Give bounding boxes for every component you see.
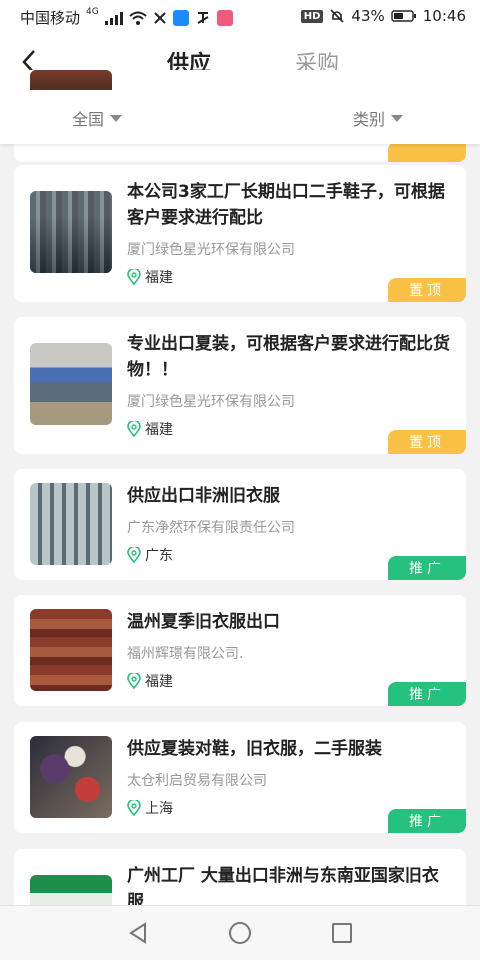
listing-tag: 置顶 xyxy=(388,278,466,302)
listing-location-label: 福建 xyxy=(145,270,173,286)
listing-tag: 推广 xyxy=(388,809,466,833)
listing-location-label: 福建 xyxy=(145,674,173,690)
signal-icon xyxy=(104,11,123,25)
alipay-icon xyxy=(195,10,211,26)
battery-icon xyxy=(391,9,417,23)
listing-location-label: 上海 xyxy=(145,801,173,817)
category-filter[interactable]: 类别 xyxy=(353,106,404,130)
listing-location: 上海 xyxy=(127,798,173,818)
listing-card[interactable]: 供应夏装对鞋，旧衣服，二手服装 太仓利启贸易有限公司 上海 推广 xyxy=(14,722,466,833)
region-filter-label: 全国 xyxy=(72,110,105,129)
listing-location-label: 广东 xyxy=(145,548,173,564)
listing-title: 专业出口夏装，可根据客户要求进行配比货物！！ xyxy=(127,334,450,380)
listing-title: 供应夏装对鞋，旧衣服，二手服装 xyxy=(127,739,382,759)
location-pin-icon xyxy=(127,800,141,816)
listing-tag: 置顶 xyxy=(388,430,466,454)
region-filter[interactable]: 全国 xyxy=(72,106,123,130)
listing-company: 太仓利启贸易有限公司 xyxy=(127,773,267,789)
caret-down-icon xyxy=(391,114,404,122)
notification-icon xyxy=(153,11,167,25)
listing-company: 福州辉璟有限公司. xyxy=(127,646,244,662)
listing-thumbnail xyxy=(30,609,112,691)
listing-tag: 推广 xyxy=(388,682,466,706)
listing-tag xyxy=(388,142,466,162)
location-pin-icon xyxy=(127,421,141,437)
location-pin-icon xyxy=(127,673,141,689)
listing-thumbnail xyxy=(30,736,112,818)
triangle-back-icon xyxy=(129,922,146,944)
listing-location: 福建 xyxy=(127,419,173,439)
listing-tag: 推广 xyxy=(388,556,466,580)
nav-recents-button[interactable] xyxy=(329,920,355,946)
circle-home-icon xyxy=(229,922,251,944)
listing-thumbnail xyxy=(30,191,112,273)
app-badge-pink-icon xyxy=(216,9,233,26)
mute-bell-icon xyxy=(329,8,345,24)
location-pin-icon xyxy=(127,269,141,285)
listing-title: 供应出口非洲旧衣服 xyxy=(127,486,280,506)
listing-card[interactable]: 专业出口夏装，可根据客户要求进行配比货物！！ 厦门绿色星光环保有限公司 福建 置… xyxy=(14,317,466,454)
category-filter-label: 类别 xyxy=(353,110,386,129)
nav-home-button[interactable] xyxy=(227,920,253,946)
listing-location-label: 福建 xyxy=(145,422,173,438)
square-recents-icon xyxy=(332,923,352,943)
listing-thumbnail xyxy=(30,483,112,565)
status-bar: 中国移动 4G HD 43% 10:46 xyxy=(0,0,480,34)
network-label: 4G xyxy=(86,6,99,17)
listing-company: 广东净然环保有限责任公司 xyxy=(127,520,295,536)
location-pin-icon xyxy=(127,547,141,563)
listing-thumbnail xyxy=(30,343,112,425)
caret-down-icon xyxy=(110,114,123,122)
wifi-icon xyxy=(129,11,147,25)
filter-bar: 全国 类别 xyxy=(0,90,480,144)
hd-badge: HD xyxy=(300,9,324,23)
listing-location: 福建 xyxy=(127,671,173,691)
clock: 10:46 xyxy=(422,7,466,25)
system-nav-bar xyxy=(0,905,480,960)
listing-location: 福建 xyxy=(127,267,173,287)
nav-back-button[interactable] xyxy=(125,920,151,946)
listing-title: 本公司3家工厂长期出口二手鞋子，可根据客户要求进行配比 xyxy=(127,182,445,228)
listing-location: 广东 xyxy=(127,545,173,565)
listing-company: 厦门绿色星光环保有限公司 xyxy=(127,242,295,258)
listing-card[interactable]: 本公司3家工厂长期出口二手鞋子，可根据客户要求进行配比 厦门绿色星光环保有限公司… xyxy=(14,165,466,302)
listing-card[interactable]: 供应出口非洲旧衣服 广东净然环保有限责任公司 广东 推广 xyxy=(14,469,466,580)
listing-title: 温州夏季旧衣服出口 xyxy=(127,612,280,632)
listing-company: 厦门绿色星光环保有限公司 xyxy=(127,394,295,410)
app-badge-icon xyxy=(172,9,189,26)
battery-percent: 43% xyxy=(351,7,385,25)
listing-card[interactable]: 温州夏季旧衣服出口 福州辉璟有限公司. 福建 推广 xyxy=(14,595,466,706)
carrier-label: 中国移动 xyxy=(20,9,81,27)
